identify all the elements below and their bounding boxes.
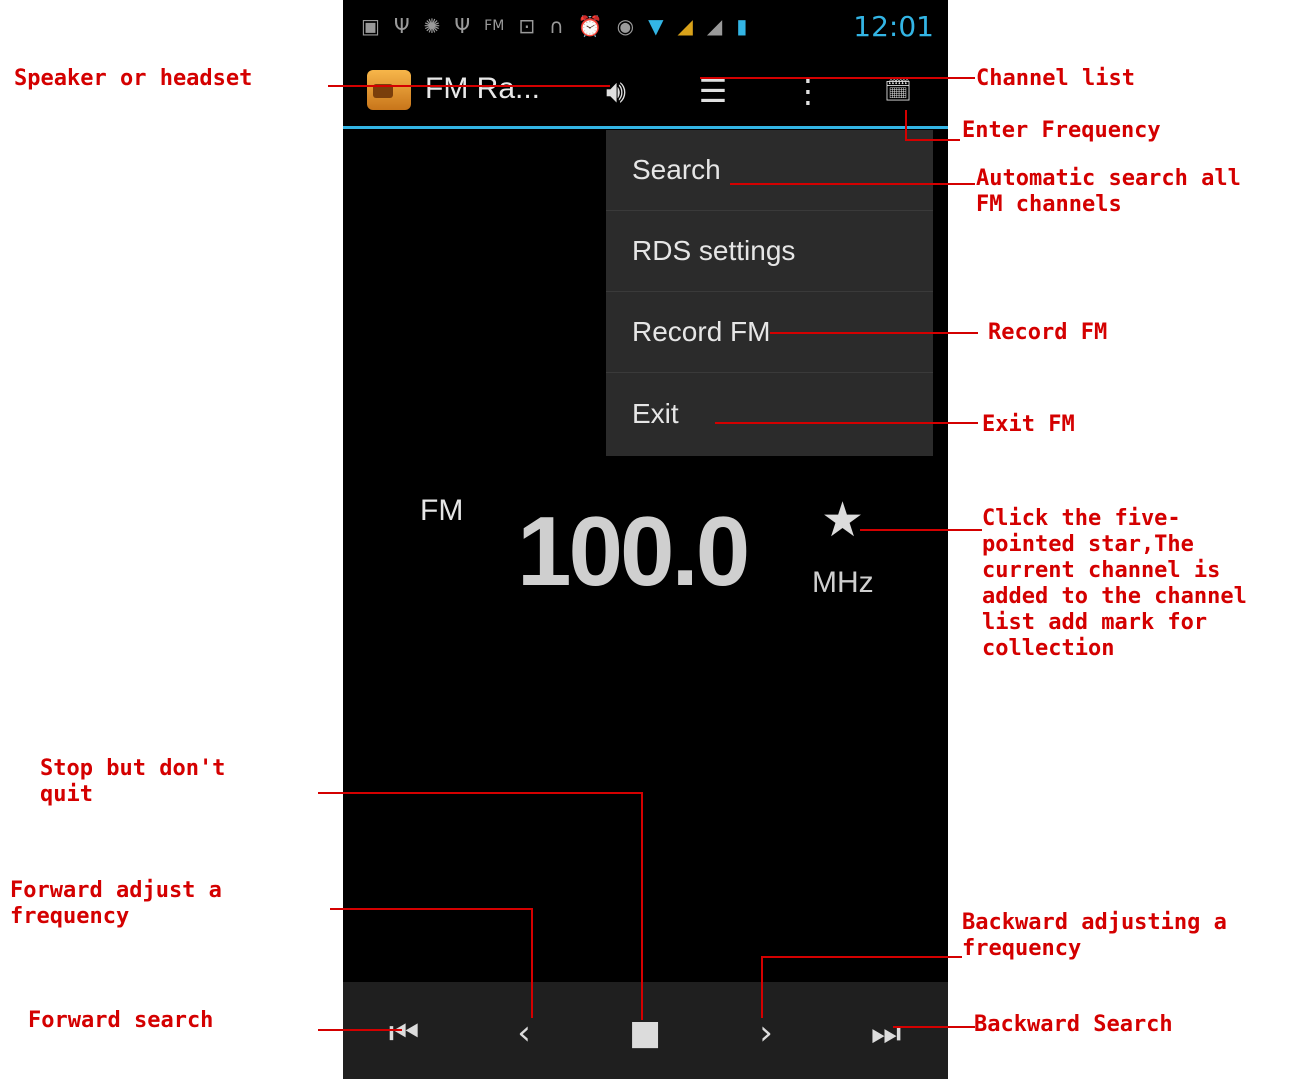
leader-forward-adjust xyxy=(330,908,533,1018)
annotation-exit: Exit FM xyxy=(982,412,1075,437)
leader-enter-frequency xyxy=(905,110,960,141)
annotation-backward-search: Backward Search xyxy=(974,1012,1173,1037)
leader-backward-adjust xyxy=(761,956,962,1018)
annotation-backward-adjust: Backward adjusting a frequency xyxy=(962,910,1227,961)
annotation-record: Record FM xyxy=(988,320,1108,345)
leader-stop xyxy=(318,792,643,1020)
annotation-search: Automatic search all FM channels xyxy=(976,166,1241,217)
annotation-enter-frequency: Enter Frequency xyxy=(962,118,1161,143)
annotation-forward-search: Forward search xyxy=(28,1008,214,1033)
annotation-channel-list: Channel list xyxy=(976,66,1135,91)
annotation-forward-adjust: Forward adjust a frequency xyxy=(10,878,222,929)
annotation-speaker: Speaker or headset xyxy=(14,66,253,91)
annotation-star: Click the five- pointed star,The current… xyxy=(982,506,1247,661)
annotation-stop: Stop but don't quit xyxy=(40,756,226,807)
